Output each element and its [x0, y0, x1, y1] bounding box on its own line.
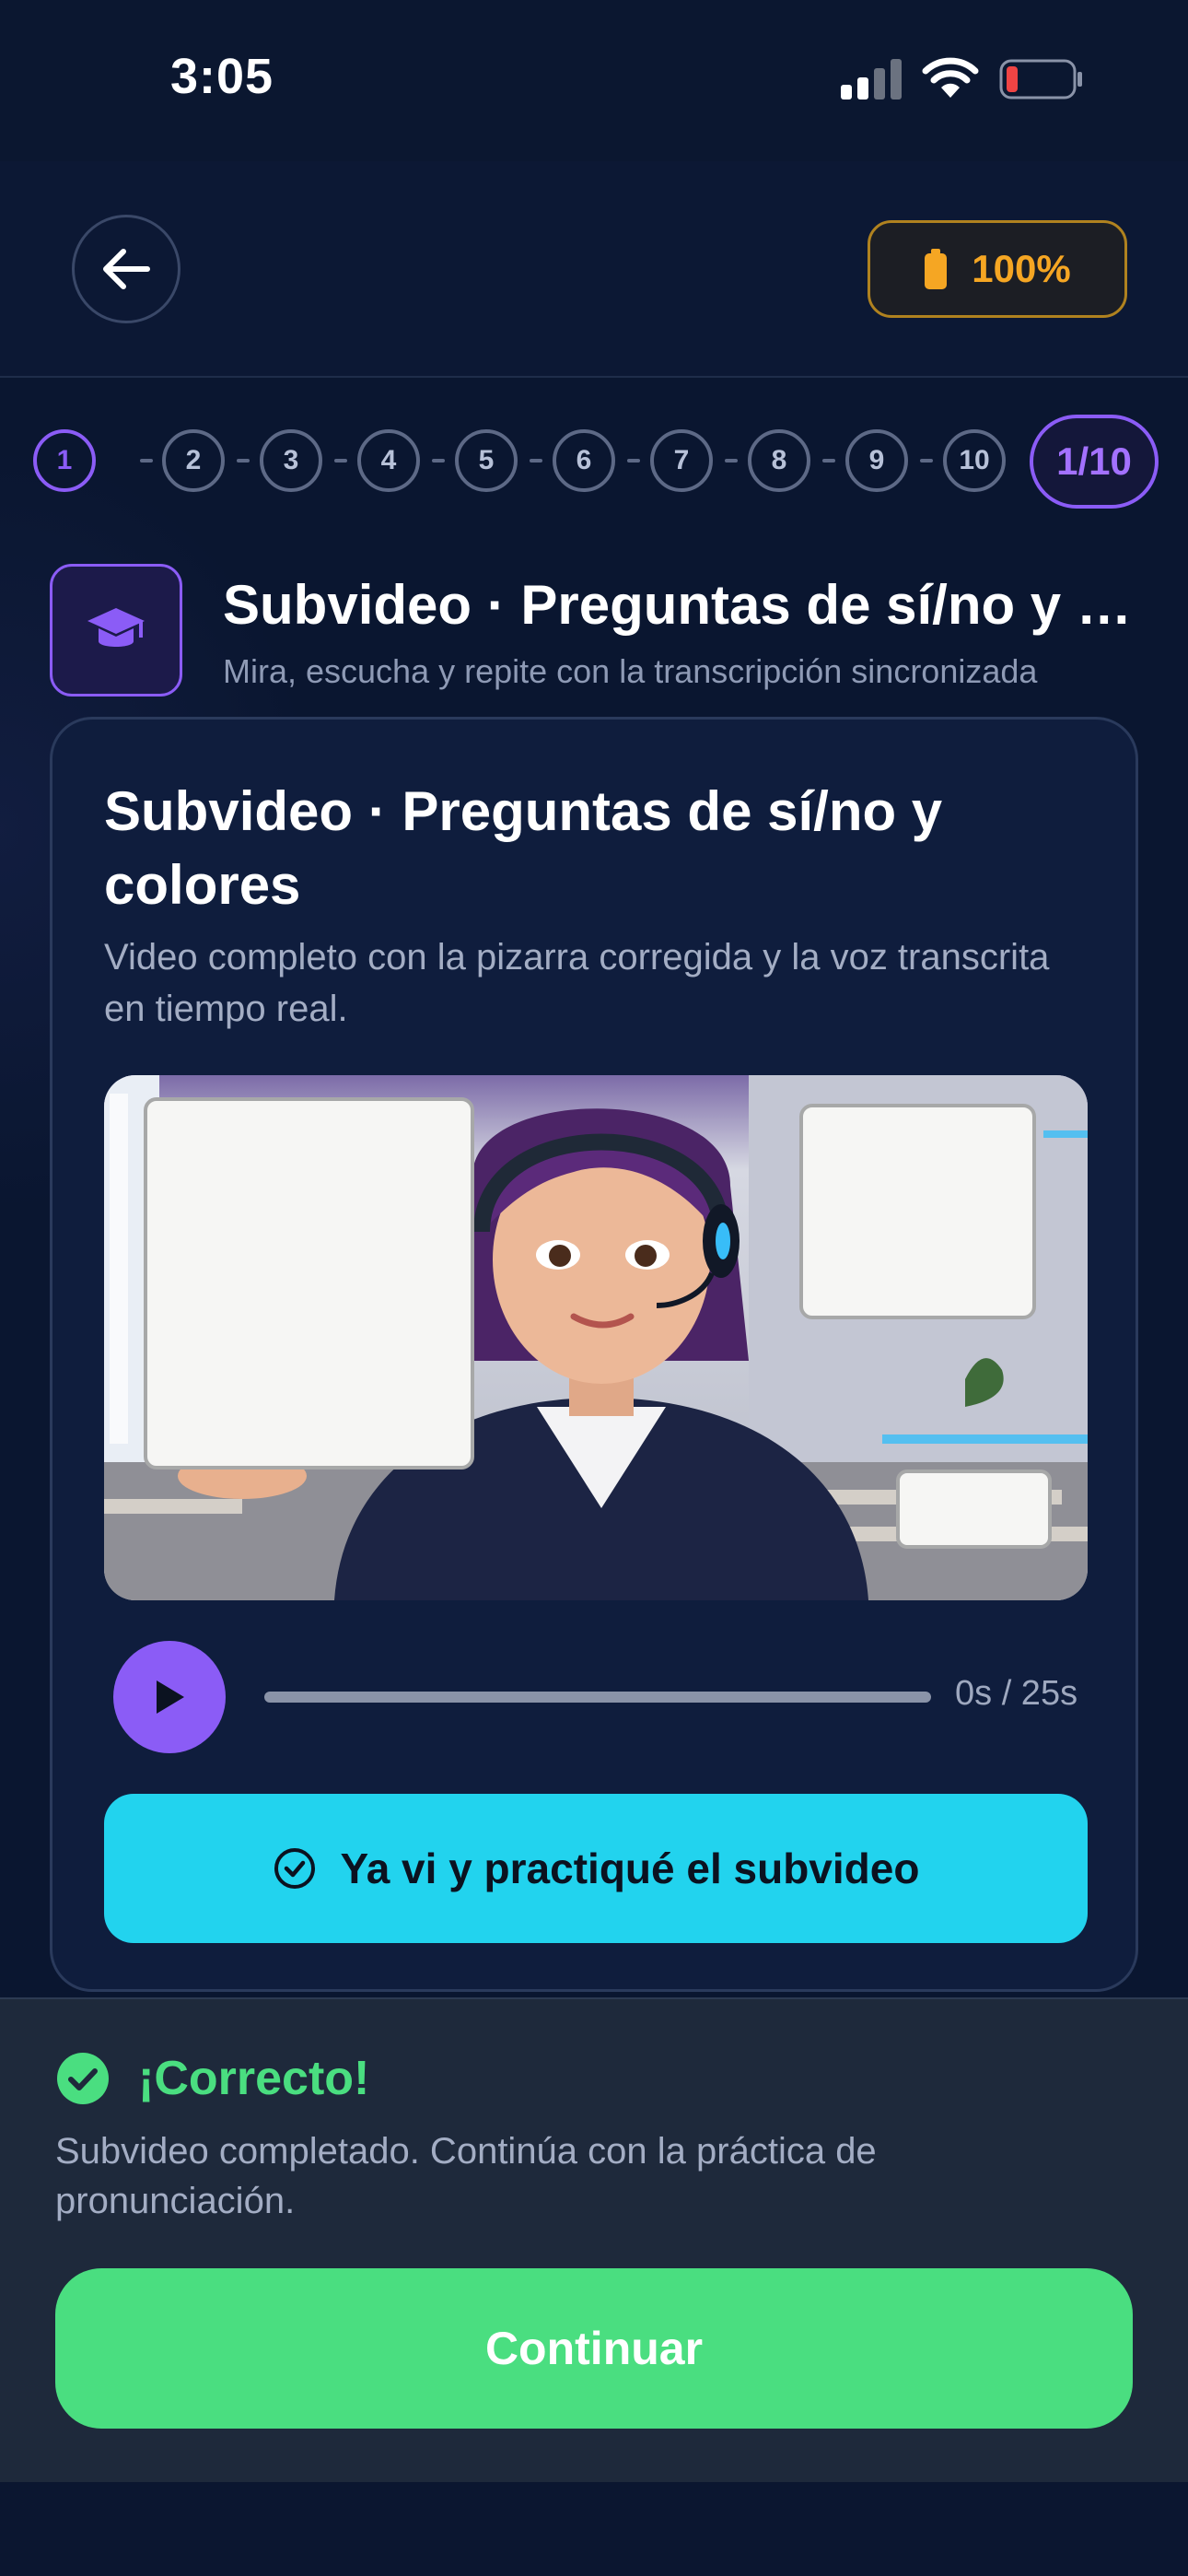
step-9[interactable]: 9 [845, 429, 908, 492]
subvideo-card: Subvideo · Preguntas de sí/no y colores … [50, 717, 1138, 1992]
check-circle-icon [274, 1848, 315, 1889]
status-time: 3:05 [170, 49, 274, 104]
video-progress-track[interactable] [264, 1692, 931, 1703]
step-7[interactable]: 7 [650, 429, 713, 492]
battery-status-icon [999, 59, 1082, 100]
feedback-panel: ¡Correcto! Subvideo completado. Continúa… [0, 1997, 1188, 2482]
step-connector [822, 459, 835, 463]
step-10[interactable]: 10 [943, 429, 1006, 492]
status-bar: 3:05 [0, 0, 1188, 161]
card-title: Subvideo · Preguntas de sí/no y colores [104, 780, 943, 916]
step-counter: 1/10 [1030, 415, 1159, 509]
step-8[interactable]: 8 [748, 429, 810, 492]
lesson-title: Subvideo · Preguntas de sí/no y colores [223, 574, 1144, 636]
step-3[interactable]: 3 [260, 429, 322, 492]
step-connector [237, 459, 250, 463]
lesson-subtitle: Mira, escucha y repite con la transcripc… [223, 652, 1038, 690]
practice-done-button[interactable]: Ya vi y practiqué el subvideo [104, 1794, 1088, 1943]
step-1[interactable]: 1 [33, 429, 96, 492]
wifi-icon [922, 57, 979, 98]
feedback-title: ¡Correcto! [138, 2052, 370, 2105]
step-connector [627, 459, 640, 463]
energy-value: 100% [972, 247, 1071, 290]
home-indicator-area [0, 2482, 1188, 2576]
video-time: 0s / 25s [955, 1674, 1078, 1713]
top-header: 100% [0, 161, 1188, 378]
arrow-left-icon [103, 249, 150, 289]
step-connector [140, 459, 153, 463]
card-description: Video completo con la pizarra corregida … [104, 937, 1050, 1029]
step-connector [530, 459, 542, 463]
lesson-icon-tile [50, 564, 182, 697]
step-5[interactable]: 5 [455, 429, 518, 492]
play-icon [157, 1680, 184, 1714]
step-connector [725, 459, 738, 463]
back-button[interactable] [72, 215, 181, 323]
graduation-cap-icon [87, 608, 145, 647]
play-button[interactable] [113, 1641, 226, 1753]
step-4[interactable]: 4 [357, 429, 420, 492]
step-6[interactable]: 6 [553, 429, 615, 492]
feedback-message: Subvideo completado. Continúa con la prá… [55, 2131, 877, 2221]
step-2[interactable]: 2 [162, 429, 225, 492]
cellular-signal-icon [841, 59, 902, 100]
tutor-avatar-illustration [104, 1075, 1088, 1600]
check-circle-filled-icon [57, 2053, 109, 2104]
step-connector [920, 459, 933, 463]
video-frame[interactable] [104, 1075, 1088, 1600]
continue-button[interactable]: Continuar [55, 2268, 1133, 2429]
step-progress: 1 2 3 4 5 6 7 8 9 10 1/10 [33, 415, 1166, 509]
battery-icon [925, 249, 948, 289]
energy-badge[interactable]: 100% [868, 220, 1127, 318]
step-connector [432, 459, 445, 463]
step-connector [334, 459, 347, 463]
practice-done-label: Ya vi y practiqué el subvideo [340, 1844, 920, 1892]
